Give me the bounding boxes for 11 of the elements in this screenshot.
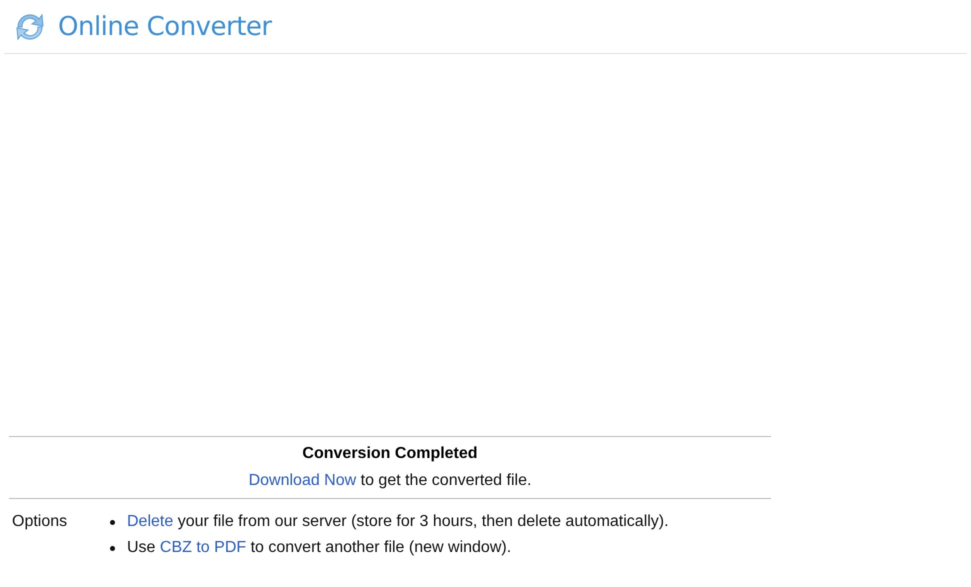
download-link[interactable]: Download Now — [248, 472, 356, 489]
option-text: Delete your file from our server (store for 3 hours, then delete automatically). — [127, 513, 669, 531]
option-link[interactable]: CBZ to PDF — [160, 539, 246, 556]
option-text: Use CBZ to PDF to convert another file (new window). — [127, 539, 512, 557]
option-link[interactable]: Delete — [127, 513, 174, 530]
download-message: Download Now to get the converted file. — [248, 472, 532, 490]
site-title: Online Converter — [58, 12, 272, 42]
bullet-icon — [110, 546, 115, 550]
bullet-icon — [110, 520, 115, 524]
options-label: Options — [11, 513, 68, 532]
status-heading: Conversion Completed — [302, 445, 478, 463]
